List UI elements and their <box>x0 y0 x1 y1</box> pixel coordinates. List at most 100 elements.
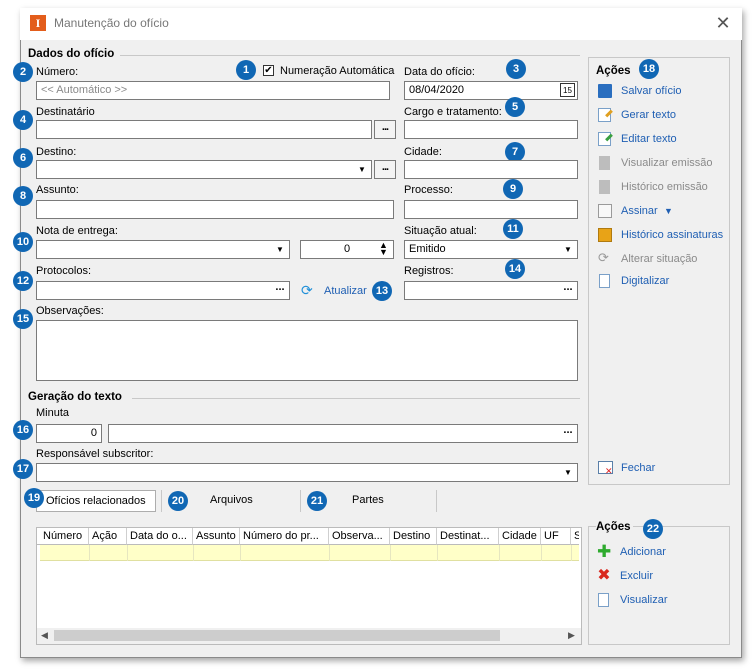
badge: 22 <box>643 519 663 539</box>
protocolos-input[interactable] <box>36 281 290 300</box>
editar-texto-action[interactable]: Editar texto <box>621 133 677 145</box>
cargo-input[interactable] <box>404 120 578 139</box>
badge: 15 <box>13 309 33 329</box>
data-label: Data do ofício: <box>404 66 475 78</box>
column-header[interactable]: Ação <box>89 528 127 545</box>
table-row[interactable] <box>40 545 579 561</box>
cargo-label: Cargo e tratamento: <box>404 106 502 118</box>
column-header[interactable]: Número <box>40 528 89 545</box>
destino-select[interactable] <box>36 160 372 179</box>
salvar-oficio-action[interactable]: Salvar ofício <box>621 85 682 97</box>
chevron-down-icon[interactable]: ▼ <box>664 206 673 216</box>
save-icon <box>598 84 612 98</box>
badge: 5 <box>505 97 525 117</box>
signature-history-icon <box>598 228 612 242</box>
cell-divider <box>571 545 572 561</box>
nota-select[interactable] <box>36 240 290 259</box>
badge: 8 <box>13 186 33 206</box>
refresh-icon: ⟳ <box>598 250 609 265</box>
column-header[interactable]: Destino <box>390 528 437 545</box>
section-title-dados: Dados do ofício <box>28 48 115 60</box>
destinatario-lookup-button[interactable]: ... <box>374 120 396 139</box>
chevron-down-icon[interactable]: ▼ <box>354 161 370 178</box>
protocolos-label: Protocolos: <box>36 265 92 277</box>
data-field[interactable]: 08/04/2020 <box>404 81 578 100</box>
digitalizar-action[interactable]: Digitalizar <box>621 275 669 287</box>
scan-icon <box>599 274 610 288</box>
column-header[interactable]: Observa... <box>329 528 390 545</box>
protocolos-lookup-button[interactable]: ... <box>272 282 288 298</box>
column-header[interactable]: S <box>571 528 579 545</box>
chevron-down-icon[interactable]: ▼ <box>272 241 288 258</box>
destinatario-input[interactable] <box>36 120 372 139</box>
minuta-label: Minuta <box>36 407 70 419</box>
assunto-input[interactable] <box>36 200 394 219</box>
gerar-texto-action[interactable]: Gerar texto <box>621 109 676 121</box>
numero-input[interactable]: << Automático >> <box>36 81 390 100</box>
column-header[interactable]: Assunto <box>193 528 240 545</box>
tab-arquivos[interactable]: Arquivos <box>210 494 253 506</box>
badge: 14 <box>505 259 525 279</box>
destino-label: Destino: <box>36 146 77 158</box>
processo-input[interactable] <box>404 200 578 219</box>
column-header[interactable]: UF <box>541 528 571 545</box>
cell-divider <box>329 545 330 561</box>
historico-assinaturas-action[interactable]: Histórico assinaturas <box>621 229 723 241</box>
chevron-down-icon[interactable]: ▼ <box>560 241 576 258</box>
registros-lookup-button[interactable]: ... <box>560 282 576 298</box>
acoes-title: Ações <box>596 65 631 77</box>
window-title: Manutenção do ofício <box>54 16 169 30</box>
adicionar-action[interactable]: Adicionar <box>620 546 666 558</box>
badge: 2 <box>13 62 33 82</box>
visualizar-action[interactable]: Visualizar <box>620 594 668 606</box>
visualizar-emissao-action: Visualizar emissão <box>621 157 713 169</box>
fechar-action[interactable]: Fechar <box>621 462 655 474</box>
nota-label: Nota de entrega: <box>36 225 118 237</box>
situacao-select[interactable]: Emitido <box>404 240 578 259</box>
chevron-down-icon[interactable]: ▼ <box>560 464 576 481</box>
badge: 17 <box>13 459 33 479</box>
cell-divider <box>127 545 128 561</box>
excluir-action[interactable]: Excluir <box>620 570 653 582</box>
badge: 9 <box>503 179 523 199</box>
section-divider <box>120 55 580 56</box>
cell-divider <box>240 545 241 561</box>
observacoes-textarea[interactable] <box>36 320 578 381</box>
tab-separator <box>300 490 301 512</box>
cidade-input[interactable] <box>404 160 578 179</box>
minuta-descricao-input[interactable] <box>108 424 578 443</box>
scrollbar-thumb[interactable] <box>54 630 500 641</box>
badge: 12 <box>13 271 33 291</box>
badge: 18 <box>639 59 659 79</box>
assinar-action[interactable]: Assinar <box>621 205 658 217</box>
badge: 4 <box>13 110 33 130</box>
minuta-codigo-input[interactable]: 0 <box>36 424 102 443</box>
cell-divider <box>499 545 500 561</box>
column-header[interactable]: Destinat... <box>437 528 499 545</box>
column-header[interactable]: Data do o... <box>127 528 193 545</box>
badge: 6 <box>13 148 33 168</box>
tab-partes[interactable]: Partes <box>352 494 384 506</box>
column-header[interactable]: Cidade <box>499 528 541 545</box>
minuta-lookup-button[interactable]: ... <box>560 425 576 441</box>
refresh-icon[interactable]: ⟳ <box>301 283 316 298</box>
column-header[interactable]: Número do pr... <box>240 528 329 545</box>
numeracao-automatica-checkbox[interactable]: ✔ <box>263 65 274 76</box>
responsavel-label: Responsável subscritor: <box>36 448 154 460</box>
delete-icon: ✖ <box>597 567 611 584</box>
cell-divider <box>541 545 542 561</box>
atualizar-link[interactable]: Atualizar <box>324 285 367 297</box>
scroll-right-icon[interactable]: ▶ <box>568 630 575 641</box>
close-icon[interactable]: ✕ <box>712 12 734 34</box>
calendar-icon[interactable]: 15 <box>560 83 575 97</box>
scroll-left-icon[interactable]: ◀ <box>41 630 48 641</box>
registros-input[interactable] <box>404 281 578 300</box>
cell-divider <box>89 545 90 561</box>
stepper-arrows-icon[interactable]: ▲ ▼ <box>376 241 391 257</box>
table-header: Número Ação Data do o... Assunto Número … <box>37 528 579 545</box>
alterar-situacao-action: Alterar situação <box>621 253 698 265</box>
destinatario-label: Destinatário <box>36 106 95 118</box>
destino-lookup-button[interactable]: ... <box>374 160 396 179</box>
responsavel-select[interactable] <box>36 463 578 482</box>
numero-label: Número: <box>36 66 79 78</box>
